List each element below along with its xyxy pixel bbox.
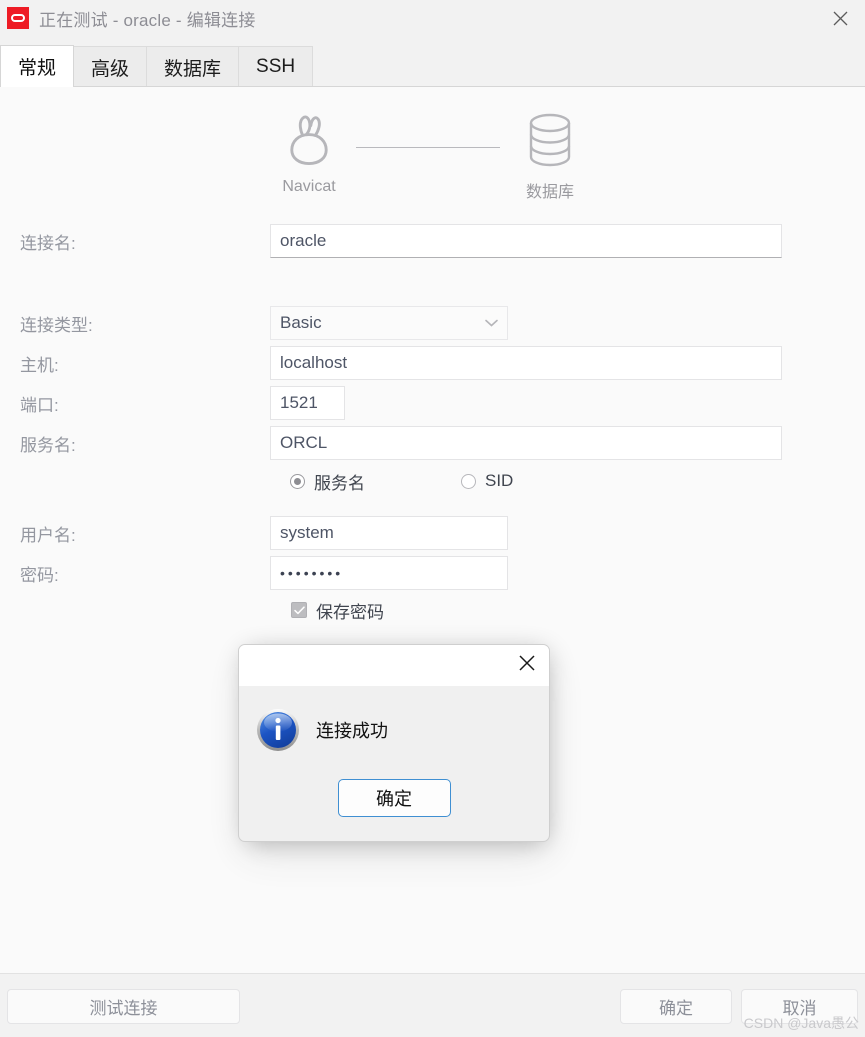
dialog-body: 连接成功 — [239, 686, 549, 752]
window-title: 正在测试 - oracle - 编辑连接 — [39, 10, 256, 30]
row-connection-name: 连接名: oracle — [0, 221, 865, 261]
tab-advanced-label: 高级 — [91, 58, 130, 80]
tab-general-label: 常规 — [18, 58, 57, 79]
connection-type-select[interactable]: Basic — [270, 306, 508, 340]
radio-service-name-indicator — [290, 473, 305, 489]
username-label: 用户名: — [20, 525, 76, 545]
service-name-input[interactable]: ORCL — [270, 426, 782, 460]
save-password-label[interactable]: 保存密码 — [316, 598, 384, 623]
host-label: 主机: — [20, 355, 59, 375]
connection-line — [356, 147, 500, 148]
host-input[interactable]: localhost — [270, 346, 782, 380]
cancel-button[interactable]: 取消 — [741, 989, 858, 1024]
host-control: localhost — [270, 346, 782, 380]
edit-connection-window: 正在测试 - oracle - 编辑连接 常规 高级 数据库 SSH Navic… — [0, 0, 865, 1037]
database-node-label: 数据库 — [525, 184, 574, 201]
row-service-name: 服务名: ORCL — [0, 423, 865, 463]
radio-sid[interactable]: SID — [461, 471, 513, 491]
service-name-label: 服务名: — [20, 435, 76, 455]
dialog-actions: 确定 — [239, 779, 549, 817]
form-spacer-1 — [0, 261, 865, 303]
dialog-ok-button[interactable]: 确定 — [337, 779, 451, 817]
check-icon — [293, 605, 305, 614]
dialog-close-button[interactable] — [510, 650, 544, 681]
form-spacer-2 — [0, 499, 865, 513]
close-icon — [832, 10, 849, 27]
connection-type-value: Basic — [280, 313, 322, 332]
row-host: 主机: localhost — [0, 343, 865, 383]
tab-bar: 常规 高级 数据库 SSH — [0, 45, 865, 87]
radio-service-name[interactable]: 服务名 — [290, 469, 365, 494]
chevron-down-icon — [485, 319, 498, 327]
save-password-row: 保存密码 — [0, 593, 865, 627]
connection-type-control: Basic — [270, 306, 508, 340]
tab-general[interactable]: 常规 — [0, 45, 75, 87]
ok-button[interactable]: 确定 — [620, 989, 732, 1024]
password-label: 密码: — [20, 565, 59, 585]
connection-type-label: 连接类型: — [20, 315, 93, 335]
database-cylinder-icon — [485, 109, 615, 171]
navicat-node: Navicat — [244, 109, 374, 196]
connection-name-control: oracle — [270, 224, 782, 258]
close-icon — [518, 654, 536, 677]
password-input[interactable]: •••••••• — [270, 556, 508, 590]
connection-name-input[interactable]: oracle — [270, 224, 782, 258]
port-input[interactable]: 1521 — [270, 386, 345, 420]
connection-name-label: 连接名: — [20, 233, 76, 253]
database-node: 数据库 — [485, 109, 615, 202]
username-control: system — [270, 516, 508, 550]
port-label: 端口: — [20, 395, 59, 415]
row-connection-type: 连接类型: Basic — [0, 303, 865, 343]
navicat-logo-icon — [244, 109, 374, 171]
row-port: 端口: 1521 — [0, 383, 865, 423]
connection-form: 连接名: oracle 连接类型: Basic 主机: localhost 端口… — [0, 211, 865, 627]
window-close-button[interactable] — [815, 0, 865, 36]
tab-database-label: 数据库 — [164, 58, 222, 80]
radio-sid-label: SID — [485, 471, 514, 490]
name-type-radio-group: 服务名 SID — [0, 463, 865, 499]
save-password-checkbox[interactable] — [291, 602, 307, 618]
tab-advanced[interactable]: 高级 — [73, 46, 148, 87]
connection-diagram: Navicat 数据库 — [0, 101, 865, 211]
tab-database[interactable]: 数据库 — [146, 46, 240, 87]
username-input[interactable]: system — [270, 516, 508, 550]
port-control: 1521 — [270, 386, 345, 420]
tab-ssh[interactable]: SSH — [238, 46, 314, 87]
row-password: 密码: •••••••• — [0, 553, 865, 593]
info-icon — [256, 708, 300, 752]
navicat-node-label: Navicat — [282, 178, 336, 195]
test-connection-button[interactable]: 测试连接 — [7, 989, 240, 1024]
dialog-title-bar — [239, 645, 549, 686]
service-name-control: ORCL — [270, 426, 782, 460]
connection-success-dialog: 连接成功 确定 — [238, 644, 550, 842]
row-username: 用户名: system — [0, 513, 865, 553]
radio-sid-indicator — [461, 473, 476, 489]
radio-service-name-label: 服务名 — [314, 473, 365, 493]
dialog-message: 连接成功 — [316, 721, 388, 741]
password-control: •••••••• — [270, 556, 508, 590]
title-bar: 正在测试 - oracle - 编辑连接 — [0, 0, 865, 36]
footer-bar: 测试连接 确定 取消 CSDN @Java愚公 — [0, 976, 865, 1037]
oracle-logo-icon — [7, 7, 29, 29]
tab-ssh-label: SSH — [256, 56, 296, 77]
